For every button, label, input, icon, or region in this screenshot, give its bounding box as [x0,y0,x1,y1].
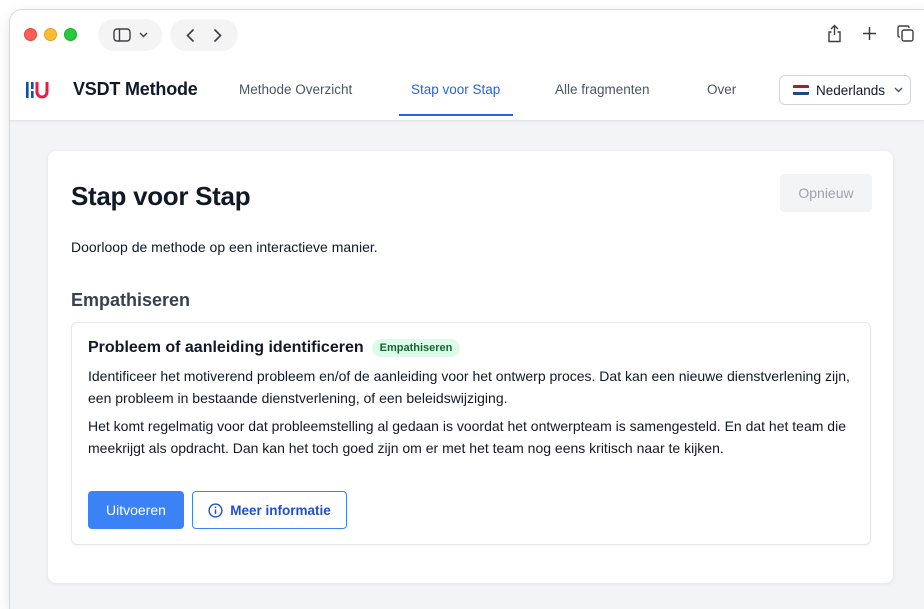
step-description: Identificeer het motiverend probleem en/… [88,368,850,406]
page-intro: Doorloop de methode op een interactieve … [71,239,378,255]
nav-stap-voor-stap[interactable]: Stap voor Stap [411,82,500,97]
step-title: Probleem of aanleiding identificeren [88,339,364,356]
active-tab-indicator [399,114,513,116]
browser-window: VSDT Methode Methode Overzicht Stap voor… [10,10,924,609]
nav-alle-fragmenten[interactable]: Alle fragmenten [555,82,650,97]
language-select[interactable]: Nederlands [779,75,911,105]
step-note: Het komt regelmatig voor dat probleemste… [88,418,846,456]
more-info-label: Meer informatie [230,502,331,518]
brand-name[interactable]: VSDT Methode [73,79,198,100]
browser-titlebar [10,10,924,62]
page-title: Stap voor Stap [71,181,251,211]
nav-methode-overzicht[interactable]: Methode Overzicht [239,82,352,97]
nav-over[interactable]: Over [707,82,736,97]
history-nav [170,19,238,51]
section-heading: Empathiseren [71,290,191,310]
site-header: VSDT Methode Methode Overzicht Stap voor… [10,62,924,121]
chevron-down-icon [894,87,903,93]
back-icon[interactable] [186,28,195,43]
minimize-window-button[interactable] [44,28,57,41]
vsdt-logo-icon[interactable] [26,79,49,101]
language-label: Nederlands [816,82,886,98]
sidebar-icon [112,28,131,42]
reset-button[interactable]: Opnieuw [780,174,872,212]
new-tab-icon[interactable] [862,24,877,43]
main-card: Stap voor Stap Opnieuw Doorloop de metho… [48,151,893,583]
phase-badge: Empathiseren [371,339,461,357]
info-icon [208,502,223,518]
share-icon[interactable] [827,24,842,43]
step-card: Probleem of aanleiding identificeren Emp… [71,322,871,545]
forward-icon[interactable] [213,28,222,43]
more-info-button[interactable]: Meer informatie [192,491,347,529]
chevron-down-icon [139,32,148,38]
sidebar-toggle-button[interactable] [98,19,162,51]
close-window-button[interactable] [24,28,37,41]
dutch-flag-icon [793,85,809,95]
zoom-window-button[interactable] [64,28,77,41]
tabs-overview-icon[interactable] [897,24,914,43]
execute-button[interactable]: Uitvoeren [88,491,184,529]
